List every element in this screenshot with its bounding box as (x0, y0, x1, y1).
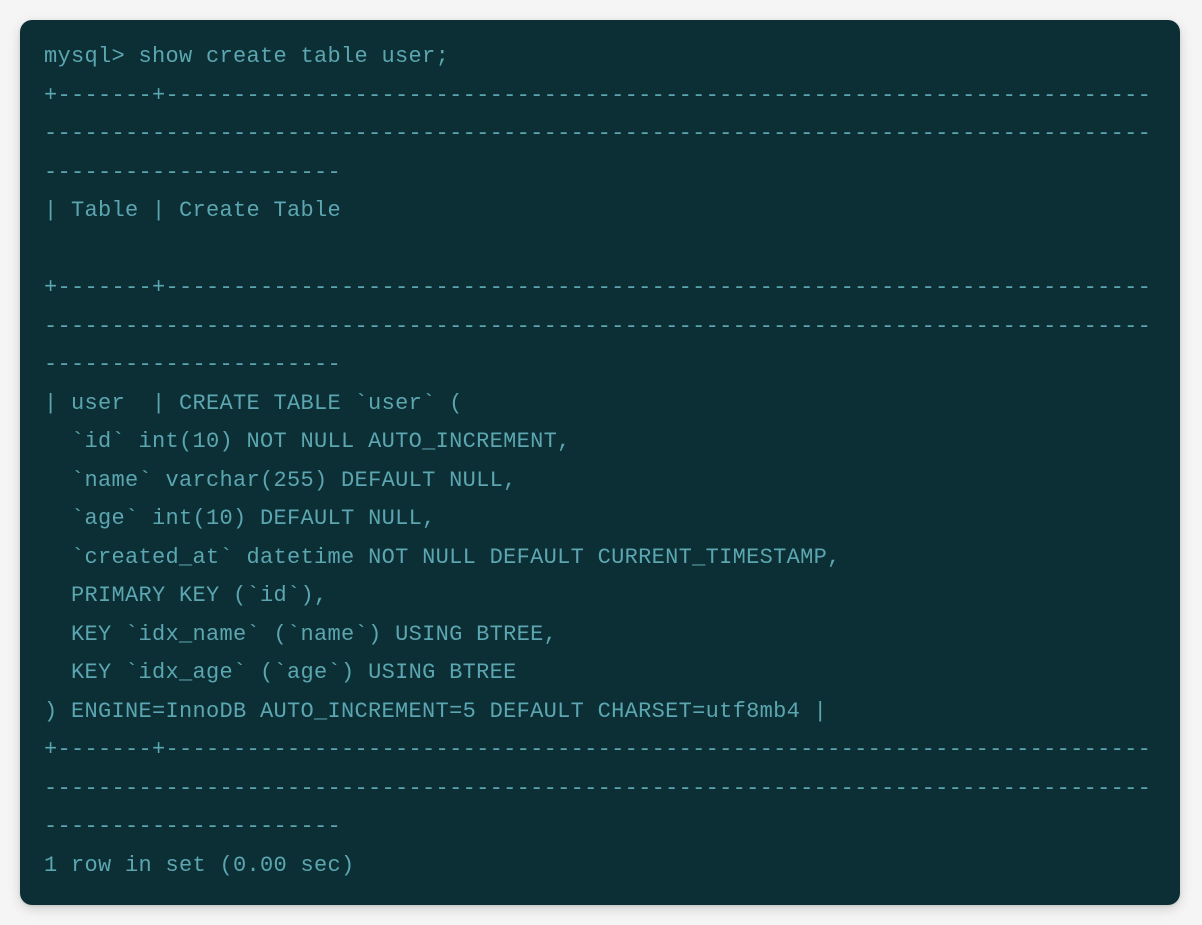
terminal-content: mysql> show create table user; +-------+… (44, 38, 1156, 885)
index-name-def: KEY `idx_name` (`name`) USING BTREE, (44, 622, 557, 647)
column-created-at-def: `created_at` datetime NOT NULL DEFAULT C… (44, 545, 841, 570)
table-border-top: +-------+-------------------------------… (44, 83, 1151, 185)
mysql-prompt: mysql> (44, 44, 139, 69)
primary-key-def: PRIMARY KEY (`id`), (44, 583, 328, 608)
table-border-bottom: +-------+-------------------------------… (44, 737, 1151, 839)
column-name-def: `name` varchar(255) DEFAULT NULL, (44, 468, 517, 493)
sql-command: show create table user; (139, 44, 450, 69)
create-table-stmt: CREATE TABLE `user` ( (179, 391, 463, 416)
index-age-def: KEY `idx_age` (`age`) USING BTREE (44, 660, 517, 685)
table-border-mid: +-------+-------------------------------… (44, 275, 1151, 377)
result-summary: 1 row in set (0.00 sec) (44, 853, 355, 878)
column-id-def: `id` int(10) NOT NULL AUTO_INCREMENT, (44, 429, 571, 454)
table-header-row: | Table | Create Table (44, 198, 341, 223)
engine-charset-def: ) ENGINE=InnoDB AUTO_INCREMENT=5 DEFAULT… (44, 699, 827, 724)
terminal-window: mysql> show create table user; +-------+… (20, 20, 1180, 905)
table-name-cell: | user | (44, 391, 179, 416)
column-age-def: `age` int(10) DEFAULT NULL, (44, 506, 436, 531)
